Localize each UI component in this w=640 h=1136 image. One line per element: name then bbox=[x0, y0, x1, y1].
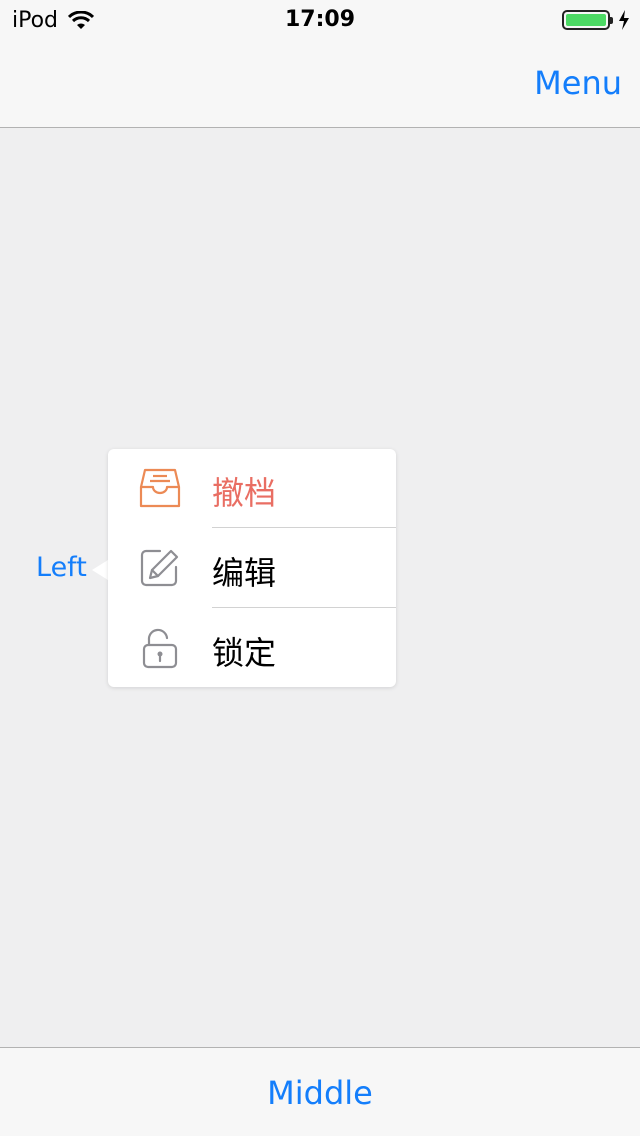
menu-item-label: 撤档 bbox=[212, 474, 277, 512]
menu-button[interactable]: Menu bbox=[534, 64, 622, 102]
menu-divider bbox=[212, 607, 396, 608]
menu-item-edit[interactable]: 编辑 bbox=[108, 529, 396, 608]
menu-item-label: 锁定 bbox=[212, 634, 277, 672]
battery-fill bbox=[566, 14, 606, 26]
popover-menu: 撤档 编辑 锁定 bbox=[108, 449, 396, 687]
status-bar: iPod 17:09 bbox=[0, 0, 640, 40]
battery-icon bbox=[562, 10, 613, 30]
status-time: 17:09 bbox=[284, 7, 356, 32]
charging-bolt-icon bbox=[619, 10, 629, 30]
menu-item-lock[interactable]: 锁定 bbox=[108, 609, 396, 688]
menu-divider bbox=[212, 527, 396, 528]
menu-item-archive[interactable]: 撤档 bbox=[108, 449, 396, 528]
battery-group bbox=[562, 10, 630, 30]
popover-arrow bbox=[92, 560, 108, 580]
middle-button[interactable]: Middle bbox=[0, 1074, 640, 1112]
menu-item-label: 编辑 bbox=[212, 554, 277, 592]
left-button[interactable]: Left bbox=[36, 552, 87, 583]
archive-tray-icon bbox=[139, 468, 181, 508]
lock-open-icon bbox=[142, 628, 178, 669]
navigation-bar: Menu bbox=[0, 40, 640, 128]
bottom-toolbar: Middle bbox=[0, 1047, 640, 1136]
edit-pencil-icon bbox=[140, 549, 179, 587]
